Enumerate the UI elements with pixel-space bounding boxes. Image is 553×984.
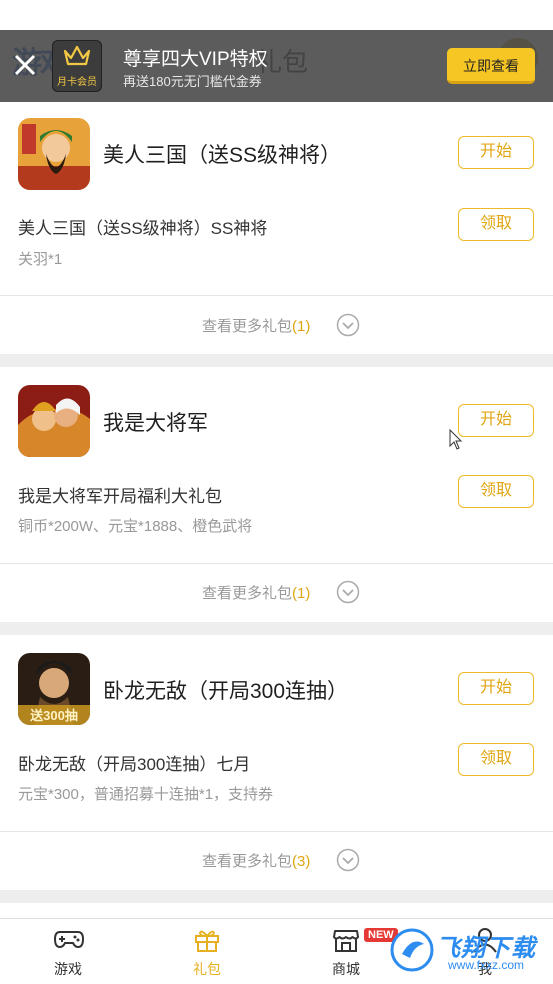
divider: [0, 563, 553, 564]
watermark-logo-icon: [390, 928, 434, 972]
claim-button[interactable]: 领取: [458, 743, 534, 776]
game-name: 美人三国（送SS级神将）: [103, 144, 342, 167]
game-icon-meiren-sanguo[interactable]: [18, 118, 90, 190]
more-gifts-label: 查看更多礼包(1): [202, 318, 311, 335]
chevron-down-icon: [336, 848, 360, 872]
store-icon: [333, 930, 359, 952]
gift-icon: [195, 930, 219, 952]
vip-badge-label: 月卡会员: [57, 77, 97, 88]
vip-view-button[interactable]: 立即查看: [447, 48, 535, 84]
status-bar: [0, 0, 553, 30]
vip-badge: 月卡会员: [52, 40, 102, 92]
claim-button[interactable]: 领取: [458, 475, 534, 508]
more-gifts-toggle[interactable]: 查看更多礼包(1): [0, 305, 553, 345]
crown-icon: [63, 45, 91, 66]
more-gifts-label: 查看更多礼包(1): [202, 585, 311, 602]
more-gifts-count: (3): [292, 853, 311, 870]
divider: [0, 295, 553, 296]
gift-description: 铜币*200W、元宝*1888、橙色武将: [18, 518, 253, 535]
game-icon-caption: 送300抽: [30, 708, 78, 723]
game-name: 卧龙无敌（开局300连抽）: [103, 680, 349, 703]
game-icon-wolong-wudi[interactable]: 送300抽: [18, 653, 90, 725]
vip-subtitle: 再送180元无门槛代金券: [123, 74, 262, 89]
gift-title: 卧龙无敌（开局300连抽）七月: [18, 755, 251, 774]
start-button[interactable]: 开始: [458, 404, 534, 437]
more-gifts-toggle[interactable]: 查看更多礼包(3): [0, 840, 553, 880]
start-button[interactable]: 开始: [458, 672, 534, 705]
game-card-4-partial: [0, 903, 553, 919]
gift-description: 元宝*300，普通招募十连抽*1，支持券: [18, 786, 274, 803]
game-card-3: 送300抽 卧龙无敌（开局300连抽） 开始 卧龙无敌（开局300连抽）七月 元…: [0, 635, 553, 890]
more-gifts-count: (1): [292, 585, 311, 602]
close-icon[interactable]: [10, 50, 40, 80]
game-card-2: 我是大将军 开始 我是大将军开局福利大礼包 铜币*200W、元宝*1888、橙色…: [0, 367, 553, 622]
watermark: 飞翔下载 www.fxxz.com: [390, 922, 545, 978]
more-gifts-label: 查看更多礼包(3): [202, 853, 311, 870]
tab-gifts[interactable]: 礼包: [167, 919, 247, 984]
vip-title: 尊享四大VIP特权: [123, 49, 268, 70]
watermark-url: www.fxxz.com: [448, 958, 525, 972]
tab-label: 商城: [332, 961, 360, 977]
start-button[interactable]: 开始: [458, 136, 534, 169]
tab-label: 礼包: [193, 961, 221, 977]
gift-title: 我是大将军开局福利大礼包: [18, 487, 222, 506]
divider: [0, 831, 553, 832]
mouse-cursor-icon: [449, 429, 463, 450]
tab-games[interactable]: 游戏: [28, 919, 108, 984]
game-icon-dajiangjun[interactable]: [18, 385, 90, 457]
gift-description: 关羽*1: [18, 251, 63, 268]
game-name: 我是大将军: [103, 412, 208, 435]
gift-title: 美人三国（送SS级神将）SS神将: [18, 219, 268, 238]
vip-banner[interactable]: 月卡会员 尊享四大VIP特权 再送180元无门槛代金券 立即查看: [0, 30, 553, 102]
claim-button[interactable]: 领取: [458, 208, 534, 241]
chevron-down-icon: [336, 313, 360, 337]
gamepad-icon: [54, 931, 84, 949]
tab-label: 游戏: [54, 961, 82, 977]
more-gifts-toggle[interactable]: 查看更多礼包(1): [0, 572, 553, 612]
more-gifts-count: (1): [292, 318, 311, 335]
chevron-down-icon: [336, 580, 360, 604]
game-card-1: 美人三国（送SS级神将） 开始 美人三国（送SS级神将）SS神将 关羽*1 领取…: [0, 102, 553, 354]
